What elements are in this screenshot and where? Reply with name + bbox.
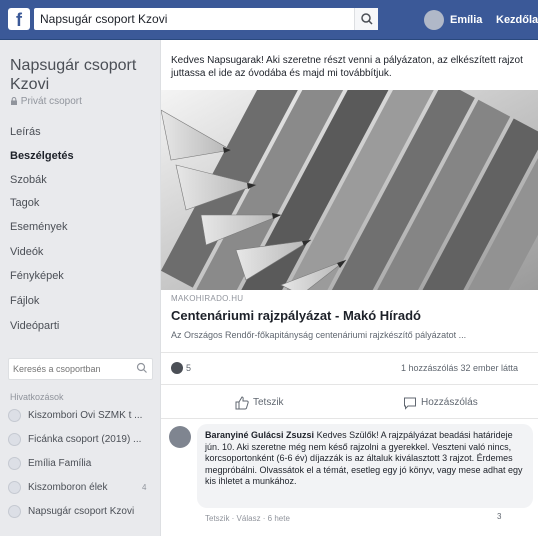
shortcut-item[interactable]: Napsugár csoport Kzovi — [8, 504, 158, 522]
comment-bubble: Baranyiné Gulácsi Zsuzsi Kedves Szülők! … — [197, 424, 533, 508]
comment-text: Baranyiné Gulácsi Zsuzsi Kedves Szülők! … — [205, 430, 527, 488]
group-feed: Kedves Napsugarak! Aki szeretne részt ve… — [160, 40, 538, 536]
privacy-label: Privát csoport — [20, 96, 82, 107]
like-label: Tetszik — [253, 397, 284, 408]
shortcuts-heading: Hivatkozások — [10, 392, 64, 402]
comment-reaction-count[interactable]: 3 — [497, 512, 501, 521]
shortcut-item[interactable]: Emília Família — [8, 456, 158, 474]
group-icon — [8, 505, 21, 518]
post-stats[interactable]: 1 hozzászólás 32 ember látta — [401, 363, 518, 373]
shortcut-label: Kiszomboron élek — [28, 482, 108, 493]
group-search-input[interactable] — [13, 361, 128, 377]
group-privacy: Privát csoport — [10, 96, 82, 107]
divider — [161, 418, 538, 419]
shortcut-item[interactable]: Ficánka csoport (2019) ... — [8, 432, 158, 450]
group-icon — [8, 433, 21, 446]
search-input[interactable] — [40, 8, 340, 30]
lock-icon — [11, 97, 17, 105]
group-title[interactable]: Napsugár csoport Kzovi — [10, 56, 155, 94]
sidebar-item-about[interactable]: Leírás — [10, 126, 41, 138]
sidebar-item-files[interactable]: Fájlok — [10, 295, 39, 307]
family-icon — [8, 457, 21, 470]
comment-icon — [404, 397, 416, 410]
comment-author[interactable]: Baranyiné Gulácsi Zsuzsi — [205, 430, 314, 440]
like-reaction-icon[interactable] — [171, 362, 183, 374]
user-avatar[interactable] — [424, 10, 444, 30]
divider — [161, 352, 538, 353]
group-search-box[interactable] — [8, 358, 153, 380]
link-source: MAKOHIRADO.HU — [171, 294, 244, 303]
sidebar-item-discussion[interactable]: Beszélgetés — [10, 150, 74, 162]
home-link[interactable]: Kezdőlap — [496, 14, 538, 26]
commenter-avatar[interactable] — [169, 426, 191, 448]
shortcut-item[interactable]: Kiszomboron élek 4 — [8, 480, 158, 498]
shortcut-label: Ficánka csoport (2019) ... — [28, 434, 142, 445]
sidebar-item-watch-party[interactable]: Videóparti — [10, 320, 59, 332]
search-button[interactable] — [354, 8, 378, 30]
shortcut-label: Napsugár csoport Kzovi — [28, 506, 135, 517]
group-icon — [8, 481, 21, 494]
search-icon[interactable] — [136, 362, 148, 374]
shortcut-label: Kiszombori Ovi SZMK t ... — [28, 410, 143, 421]
comment-actions[interactable]: Tetszik · Válasz · 6 hete — [205, 514, 290, 523]
colored-pencils-image — [161, 90, 538, 290]
thumbs-up-icon — [235, 396, 249, 410]
group-icon — [8, 409, 21, 422]
link-preview-image[interactable] — [161, 90, 538, 290]
post-text: Kedves Napsugarak! Aki szeretne részt ve… — [171, 55, 523, 79]
top-bar: f Emília Kezdőlap — [0, 0, 538, 40]
user-name-link[interactable]: Emília — [450, 14, 482, 26]
reaction-count[interactable]: 5 — [186, 363, 191, 373]
divider — [161, 384, 538, 385]
link-description: Az Országos Rendőr-főkapitányság centená… — [171, 330, 467, 340]
shortcut-count: 4 — [142, 483, 147, 492]
shortcut-item[interactable]: Kiszombori Ovi SZMK t ... — [8, 408, 158, 426]
group-sidebar: Napsugár csoport Kzovi Privát csoport Le… — [0, 40, 160, 536]
sidebar-item-events[interactable]: Események — [10, 221, 67, 233]
link-title[interactable]: Centenáriumi rajzpályázat - Makó Híradó — [171, 308, 421, 323]
search-icon — [361, 13, 373, 25]
sidebar-item-photos[interactable]: Fényképek — [10, 270, 64, 282]
comment-label: Hozzászólás — [421, 397, 478, 408]
sidebar-item-videos[interactable]: Videók — [10, 246, 43, 258]
sidebar-item-rooms[interactable]: Szobák — [10, 174, 47, 186]
facebook-logo[interactable]: f — [8, 8, 30, 30]
search-box[interactable] — [34, 8, 378, 30]
sidebar-item-members[interactable]: Tagok — [10, 197, 39, 209]
shortcut-label: Emília Família — [28, 458, 92, 469]
